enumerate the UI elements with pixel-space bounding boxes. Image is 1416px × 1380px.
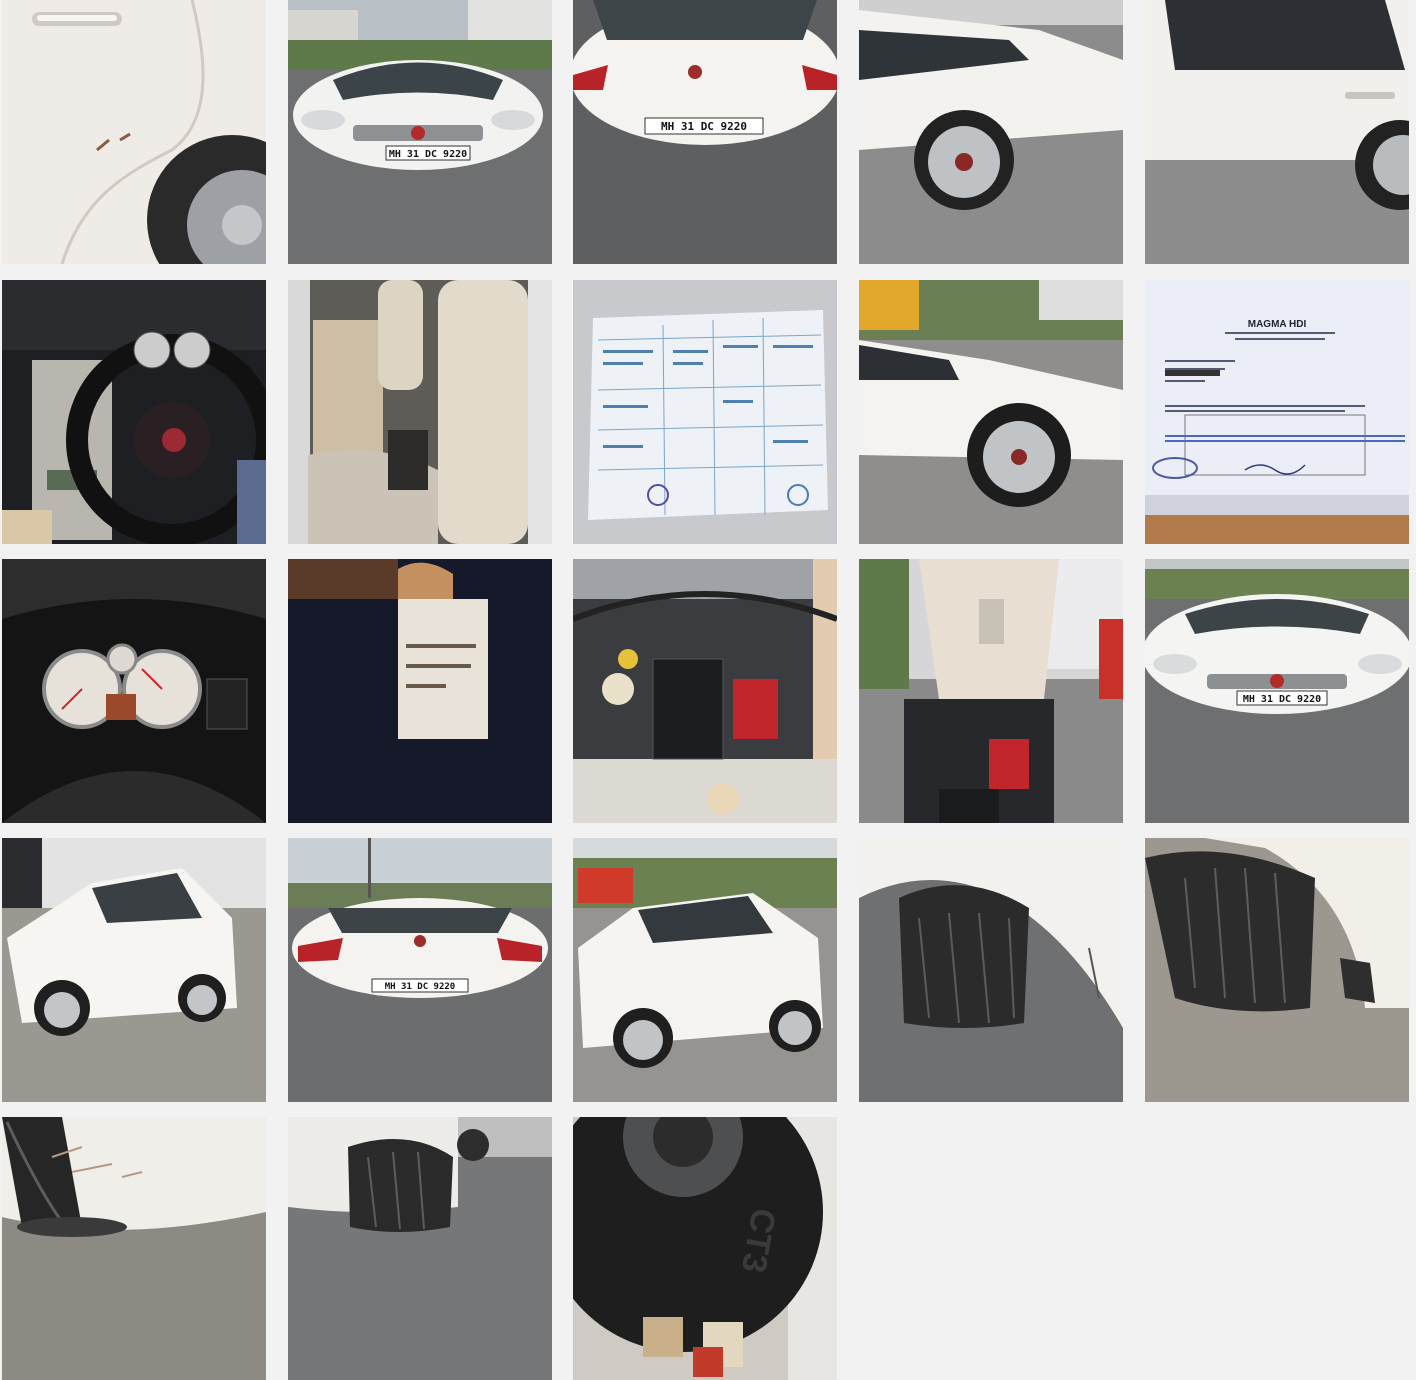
photo-rear-door-scratch[interactable] <box>2 0 266 264</box>
photo-hood-open[interactable] <box>859 559 1123 823</box>
plate-text: MH 31 DC 9220 <box>389 149 467 160</box>
photo-spare-tyre[interactable]: CT3 <box>573 1117 837 1380</box>
photo-rear-view-2[interactable]: MH 31 DC 9220 <box>288 838 552 1102</box>
photo-left-rear-quarter[interactable] <box>573 838 837 1102</box>
photo-engine-bay[interactable] <box>573 559 837 823</box>
photo-chassis-number[interactable] <box>288 559 552 823</box>
photo-bumper-scratch[interactable] <box>2 1117 266 1380</box>
photo-left-front-side[interactable] <box>859 280 1123 544</box>
photo-front-tyre-closeup[interactable] <box>859 838 1123 1102</box>
photo-dashboard-steering[interactable] <box>2 280 266 544</box>
photo-left-front-quarter[interactable] <box>2 838 266 1102</box>
photo-right-side-doors[interactable] <box>1145 0 1409 264</box>
photo-rear-seats[interactable] <box>288 280 552 544</box>
photo-rear-view[interactable]: MH 31 DC 9220 <box>573 0 837 264</box>
photo-front-view-2[interactable]: MH 31 DC 9220 <box>1145 559 1409 823</box>
photo-right-side-rear[interactable] <box>859 0 1123 264</box>
plate-text: MH 31 DC 9220 <box>661 120 747 133</box>
photo-registration-document[interactable] <box>573 280 837 544</box>
plate-text: MH 31 DC 9220 <box>385 982 455 992</box>
plate-text: MH 31 DC 9220 <box>1243 694 1321 705</box>
photo-rear-tyre-ground[interactable] <box>288 1117 552 1380</box>
photo-instrument-cluster[interactable] <box>2 559 266 823</box>
photo-insurance-document[interactable]: MAGMA HDI <box>1145 280 1409 544</box>
document-header: MAGMA HDI <box>1248 319 1307 330</box>
photo-rear-tyre-closeup[interactable] <box>1145 838 1409 1102</box>
photo-gallery: MH 31 DC 9220 MH 31 DC 9220 MAGMA HDI MH… <box>0 0 1416 1380</box>
photo-front-view[interactable]: MH 31 DC 9220 <box>288 0 552 264</box>
